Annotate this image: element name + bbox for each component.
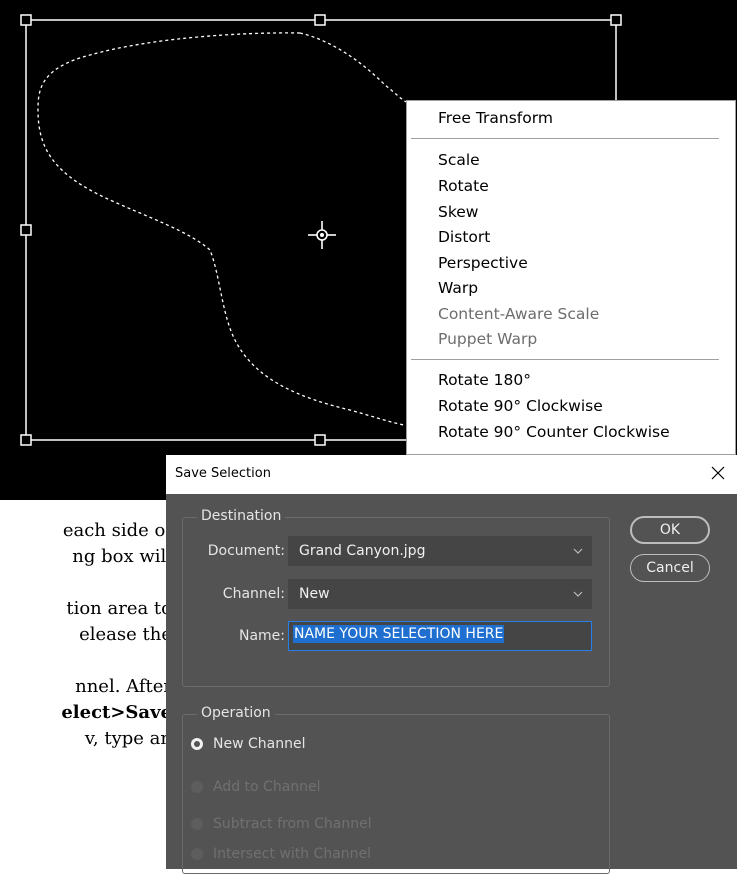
transform-handle-icon[interactable] <box>20 224 32 236</box>
operation-group: Operation New Channel Add to Channel Sub… <box>182 705 610 874</box>
dialog-titlebar[interactable]: Save Selection <box>166 455 737 494</box>
document-select[interactable]: Grand Canyon.jpg <box>288 536 592 566</box>
menu-item-content-aware-scale: Content-Aware Scale <box>438 305 600 323</box>
name-input[interactable]: NAME YOUR SELECTION HERE <box>288 621 592 651</box>
menu-item-rotate-180[interactable]: Rotate 180° <box>438 369 531 391</box>
transform-handle-icon[interactable] <box>20 434 32 446</box>
transform-handle-icon[interactable] <box>314 434 326 446</box>
radio-label: Intersect with Channel <box>213 846 372 862</box>
transform-handle-icon[interactable] <box>20 14 32 26</box>
dialog-title: Save Selection <box>175 466 271 481</box>
destination-group: Destination Document: Grand Canyon.jpg C… <box>182 508 610 687</box>
menu-divider <box>411 138 719 139</box>
chevron-down-icon <box>573 591 583 597</box>
cancel-button[interactable]: Cancel <box>630 554 710 582</box>
menu-item-distort[interactable]: Distort <box>438 226 490 248</box>
document-text-line: tion area to <box>66 598 172 619</box>
menu-item-warp[interactable]: Warp <box>438 277 478 299</box>
save-selection-dialog: Save Selection Destination Document: Gra… <box>166 455 737 874</box>
radio-indicator <box>191 818 203 830</box>
channel-select-value: New <box>299 586 330 602</box>
menu-item-rotate-90-cw[interactable]: Rotate 90° Clockwise <box>438 395 603 417</box>
operation-legend: Operation <box>197 705 275 721</box>
menu-item-free-transform[interactable]: Free Transform <box>438 107 553 129</box>
document-label: Document: <box>207 543 285 559</box>
document-text-line: v, type an <box>84 728 172 749</box>
document-text-line: elease the <box>79 624 172 645</box>
name-label: Name: <box>238 628 285 644</box>
radio-label: New Channel <box>213 736 306 752</box>
document-text-bold: elect>Save <box>61 702 172 723</box>
menu-item-perspective[interactable]: Perspective <box>438 252 528 274</box>
menu-item-puppet-warp: Puppet Warp <box>438 330 538 348</box>
menu-item-rotate[interactable]: Rotate <box>438 175 489 197</box>
transform-context-menu: Free Transform Scale Rotate Skew Distort… <box>406 100 736 455</box>
menu-item-rotate-90-ccw[interactable]: Rotate 90° Counter Clockwise <box>438 421 670 443</box>
menu-item-scale[interactable]: Scale <box>438 149 480 171</box>
transform-handle-icon[interactable] <box>610 14 622 26</box>
transform-handle-icon[interactable] <box>314 14 326 26</box>
channel-label: Channel: <box>222 586 285 602</box>
document-text-line: each side of <box>62 520 172 541</box>
channel-select[interactable]: New <box>288 579 592 609</box>
menu-divider <box>411 359 719 360</box>
radio-label: Add to Channel <box>213 779 321 795</box>
menu-item-skew[interactable]: Skew <box>438 201 478 223</box>
document-text-line: elect>Save <box>0 702 172 723</box>
radio-indicator <box>191 738 203 750</box>
selection-marquee <box>37 32 411 427</box>
name-input-value: NAME YOUR SELECTION HERE <box>293 625 505 643</box>
radio-indicator <box>191 848 203 860</box>
close-icon[interactable] <box>707 462 729 484</box>
destination-legend: Destination <box>197 508 286 524</box>
reference-point-icon[interactable] <box>308 221 336 249</box>
ok-button[interactable]: OK <box>630 516 710 544</box>
radio-indicator <box>191 781 203 793</box>
radio-label: Subtract from Channel <box>213 816 372 832</box>
document-select-value: Grand Canyon.jpg <box>299 543 426 559</box>
document-text-line: ng box will <box>72 546 172 567</box>
dialog-body: Destination Document: Grand Canyon.jpg C… <box>166 494 737 874</box>
chevron-down-icon <box>573 548 583 554</box>
document-text-line: nnel. After <box>75 676 172 697</box>
